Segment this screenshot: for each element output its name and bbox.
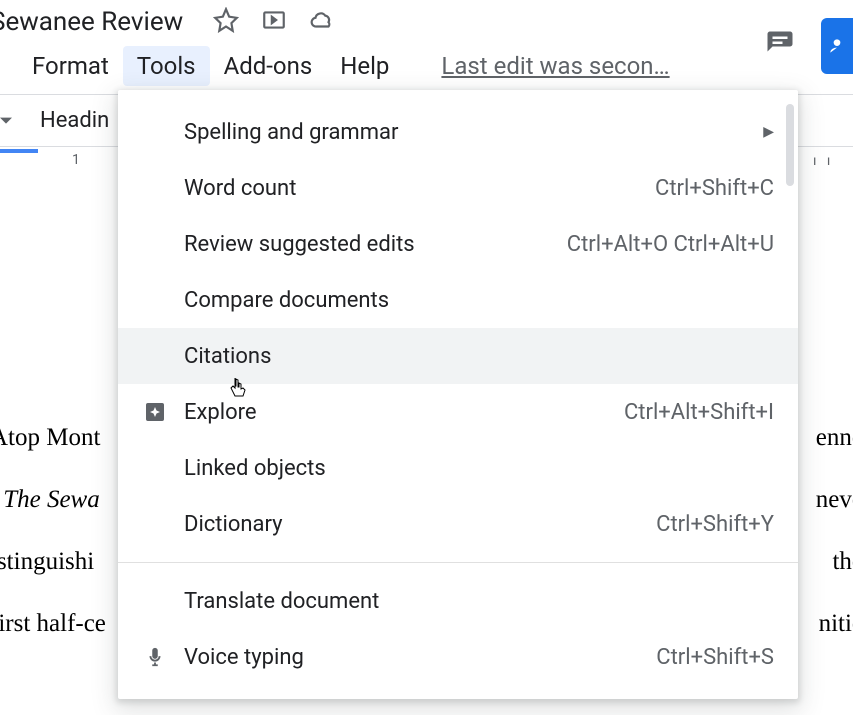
menu-item-citations[interactable]: Citations xyxy=(118,328,798,384)
menu-item-label: Review suggested edits xyxy=(184,232,567,257)
menu-item-label: Spelling and grammar xyxy=(184,120,763,145)
document-title[interactable]: Sewanee Review xyxy=(0,7,183,37)
doc-text-fragment: istinguishi xyxy=(0,532,94,592)
menu-item-compare-docs[interactable]: Compare documents xyxy=(118,272,798,328)
comments-button[interactable] xyxy=(759,23,801,69)
ruler-mark-1: 1 xyxy=(72,152,80,168)
tools-dropdown-menu: Spelling and grammar ▶ Word count Ctrl+S… xyxy=(118,90,798,699)
title-bar: Sewanee Review xyxy=(0,0,853,44)
menu-item-label: Citations xyxy=(184,344,774,369)
doc-text-fragment: first half-ce xyxy=(0,594,106,654)
menu-addons[interactable]: Add-ons xyxy=(210,46,327,86)
menu-item-shortcut: Ctrl+Shift+Y xyxy=(656,512,774,537)
doc-text-fragment: the xyxy=(832,532,853,592)
menu-item-label: Voice typing xyxy=(184,645,656,670)
paragraph-style-dropdown[interactable]: Headin xyxy=(40,108,109,133)
right-controls xyxy=(759,18,853,74)
menu-item-dictionary[interactable]: Dictionary Ctrl+Shift+Y xyxy=(118,496,798,552)
mic-icon xyxy=(142,644,168,670)
doc-text-fragment: enne xyxy=(816,408,853,468)
menu-item-word-count[interactable]: Word count Ctrl+Shift+C xyxy=(118,160,798,216)
title-actions xyxy=(213,7,335,37)
star-icon[interactable] xyxy=(213,7,239,37)
menu-item-shortcut: Ctrl+Alt+Shift+I xyxy=(624,400,774,425)
explore-icon xyxy=(142,399,168,425)
share-button[interactable] xyxy=(821,18,853,74)
menu-item-label: Word count xyxy=(184,176,655,201)
menu-item-label: Linked objects xyxy=(184,456,774,481)
menu-divider xyxy=(118,562,798,563)
menu-tools[interactable]: Tools xyxy=(123,46,210,86)
toolbar-prev-caret[interactable] xyxy=(0,111,12,130)
cloud-status-icon[interactable] xyxy=(309,7,335,37)
menu-item-translate[interactable]: Translate document xyxy=(118,573,798,629)
doc-text-fragment: neve xyxy=(816,470,853,530)
menu-format[interactable]: Format xyxy=(18,46,123,86)
menu-item-label: Dictionary xyxy=(184,512,656,537)
doc-text-fragment: nitie xyxy=(819,594,853,654)
menu-bar: Format Tools Add-ons Help Last edit was … xyxy=(0,44,853,88)
menu-item-shortcut: Ctrl+Alt+O Ctrl+Alt+U xyxy=(567,232,774,257)
menu-item-explore[interactable]: Explore Ctrl+Alt+Shift+I xyxy=(118,384,798,440)
doc-text-fragment: Atop Mont xyxy=(0,408,100,468)
menu-item-spelling-grammar[interactable]: Spelling and grammar ▶ xyxy=(118,104,798,160)
menu-item-voice-typing[interactable]: Voice typing Ctrl+Shift+S xyxy=(118,629,798,685)
doc-text-fragment: f The Sewa xyxy=(0,470,100,530)
menu-item-label: Explore xyxy=(184,400,624,425)
last-edit-link[interactable]: Last edit was secon… xyxy=(441,52,669,80)
menu-help[interactable]: Help xyxy=(326,46,403,86)
ruler-indent-marker[interactable] xyxy=(0,149,38,153)
menu-item-shortcut: Ctrl+Shift+S xyxy=(656,645,774,670)
menu-item-shortcut: Ctrl+Shift+C xyxy=(655,176,774,201)
menu-item-review-suggested[interactable]: Review suggested edits Ctrl+Alt+O Ctrl+A… xyxy=(118,216,798,272)
move-icon[interactable] xyxy=(261,7,287,37)
menu-item-label: Compare documents xyxy=(184,288,774,313)
menu-item-label: Translate document xyxy=(184,589,774,614)
menu-item-linked-objects[interactable]: Linked objects xyxy=(118,440,798,496)
ruler-right-ticks: ı ı xyxy=(813,153,853,169)
submenu-arrow-icon: ▶ xyxy=(763,124,774,140)
